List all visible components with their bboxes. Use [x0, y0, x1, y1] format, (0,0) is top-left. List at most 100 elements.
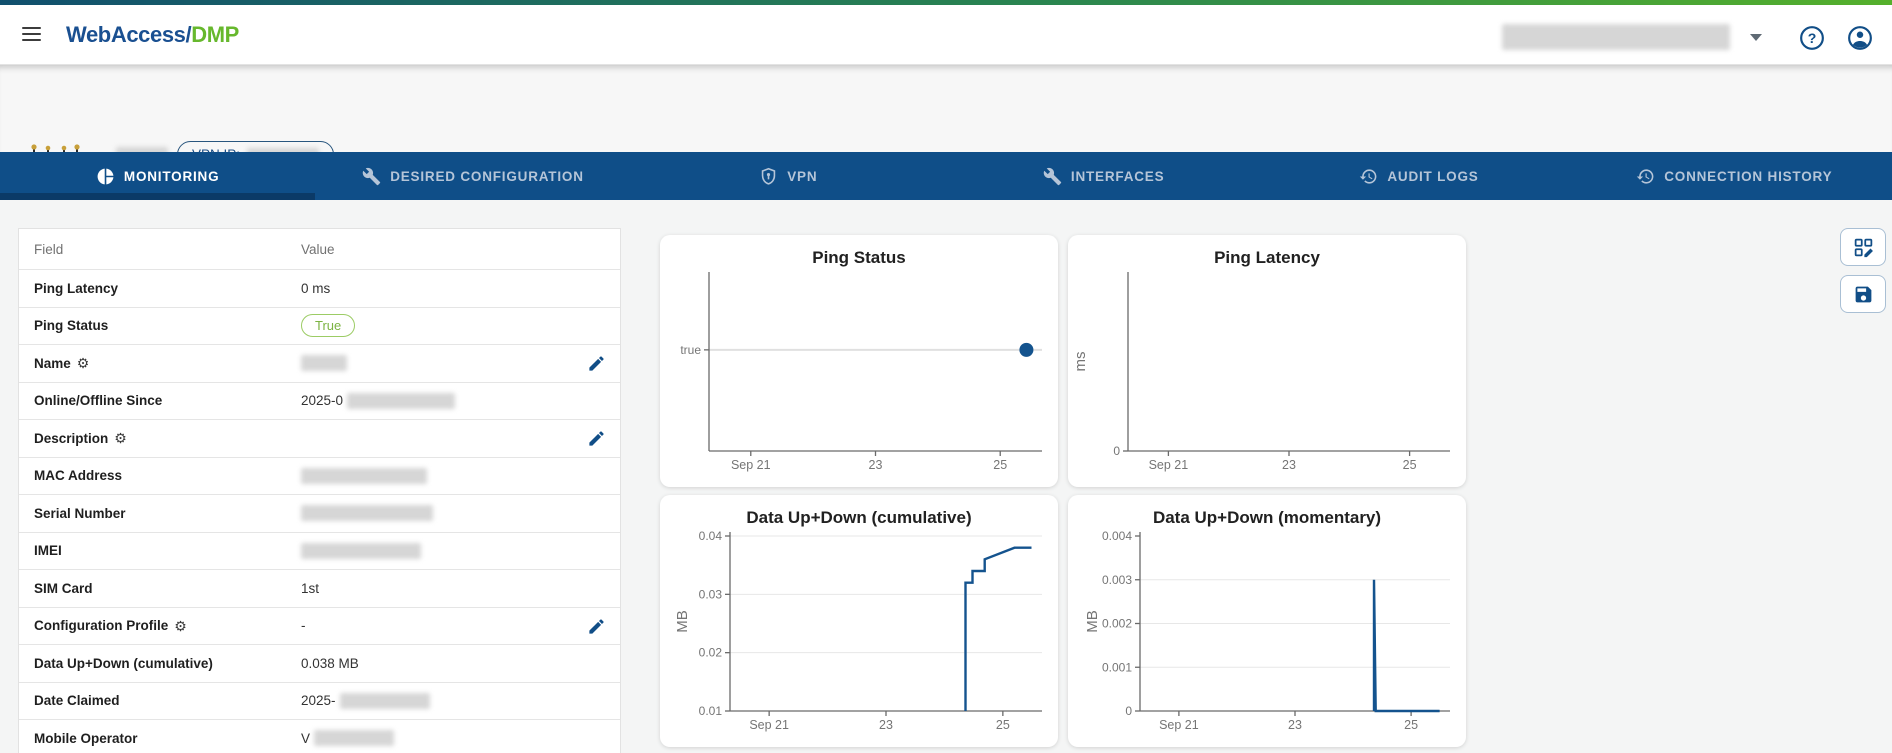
table-row: Data Up+Down (cumulative)0.038 MB — [19, 644, 620, 682]
redacted-value — [314, 730, 394, 746]
svg-text:0.01: 0.01 — [699, 704, 723, 718]
field-label: Serial Number — [34, 506, 126, 521]
svg-text:Sep 21: Sep 21 — [1149, 458, 1189, 472]
monitoring-charts-grid: Ping StatustrueSep 212325Ping Latency0Se… — [660, 235, 1466, 747]
redacted-value — [301, 355, 347, 371]
table-row: Description⚙ — [19, 419, 620, 457]
device-header-bar: VPN IP: Online Synced VPN Connected ⚙ — [0, 65, 1892, 152]
app-logo: WebAccess/DMP — [66, 22, 239, 48]
redacted-value — [301, 505, 433, 521]
shield-key-icon — [759, 167, 778, 186]
ping-status-chart: Ping StatustrueSep 212325 — [660, 235, 1058, 487]
data-up-down-cumulative-chart: Data Up+Down (cumulative)0.010.020.030.0… — [660, 495, 1058, 747]
edit-icon — [587, 617, 606, 636]
redacted-value — [340, 693, 430, 709]
svg-text:0.001: 0.001 — [1102, 660, 1132, 674]
account-menu[interactable] — [1502, 22, 1770, 54]
svg-text:Ping Status: Ping Status — [812, 248, 906, 267]
table-row: Mobile OperatorV — [19, 719, 620, 753]
edit-dashboard-button[interactable] — [1840, 228, 1886, 266]
svg-text:0.02: 0.02 — [699, 646, 723, 660]
logo-text-secondary: DMP — [191, 22, 239, 47]
table-row: Name⚙ — [19, 344, 620, 382]
field-label: Ping Latency — [34, 281, 118, 296]
svg-text:0.03: 0.03 — [699, 587, 723, 601]
tab-label: DESIRED CONFIGURATION — [390, 169, 584, 184]
svg-text:25: 25 — [1403, 458, 1417, 472]
table-row: IMEI — [19, 532, 620, 570]
history-icon — [1359, 167, 1378, 186]
svg-text:?: ? — [1808, 30, 1817, 46]
tab-connection-history[interactable]: CONNECTION HISTORY — [1577, 152, 1892, 200]
chart-card-data-up-down-cumulative: Data Up+Down (cumulative)0.010.020.030.0… — [660, 495, 1058, 747]
field-value: 1st — [301, 581, 319, 596]
svg-text:Sep 21: Sep 21 — [1159, 718, 1199, 732]
table-row: Ping Status True — [19, 307, 620, 345]
table-row: Serial Number — [19, 494, 620, 532]
field-value: - — [301, 618, 306, 633]
wrench-icon — [1043, 167, 1062, 186]
tab-audit-logs[interactable]: AUDIT LOGS — [1261, 152, 1576, 200]
tab-vpn[interactable]: VPN — [631, 152, 946, 200]
dashboard-edit-icon — [1853, 237, 1874, 258]
help-button[interactable]: ? — [1799, 25, 1825, 51]
table-row: SIM Card1st — [19, 569, 620, 607]
tab-desired-configuration[interactable]: DESIRED CONFIGURATION — [315, 152, 630, 200]
save-icon — [1853, 284, 1874, 305]
menu-button[interactable] — [22, 27, 44, 44]
svg-text:23: 23 — [1288, 718, 1302, 732]
profile-button[interactable] — [1847, 25, 1873, 51]
column-header-field: Field — [34, 242, 63, 257]
data-up-down-momentary-chart: Data Up+Down (momentary)00.0010.0020.003… — [1068, 495, 1466, 747]
svg-text:0: 0 — [1125, 704, 1132, 718]
field-label: Description — [34, 431, 108, 446]
svg-text:0: 0 — [1113, 444, 1120, 458]
redacted-account-name — [1502, 24, 1730, 50]
edit-configuration-profile-button[interactable] — [587, 617, 606, 639]
logo-text-primary: WebAccess/ — [66, 22, 191, 47]
pie-chart-icon — [96, 167, 115, 186]
edit-icon — [587, 354, 606, 373]
field-label: MAC Address — [34, 468, 122, 483]
save-dashboard-button[interactable] — [1840, 275, 1886, 313]
column-header-value: Value — [301, 242, 335, 257]
chevron-down-icon — [1750, 34, 1762, 41]
field-label: Ping Status — [34, 318, 108, 333]
tab-label: VPN — [787, 169, 817, 184]
tab-label: AUDIT LOGS — [1387, 169, 1478, 184]
field-value: 0.038 MB — [301, 656, 359, 671]
webaccess-dmp-page: WebAccess/DMP ? — [0, 0, 1892, 753]
edit-description-button[interactable] — [587, 429, 606, 451]
tab-label: INTERFACES — [1071, 169, 1165, 184]
svg-text:MB: MB — [1084, 610, 1101, 633]
table-header-row: Field Value — [19, 229, 620, 269]
svg-text:Sep 21: Sep 21 — [749, 718, 789, 732]
edit-name-button[interactable] — [587, 354, 606, 376]
svg-text:0.003: 0.003 — [1102, 573, 1132, 587]
svg-text:23: 23 — [879, 718, 893, 732]
app-bar: WebAccess/DMP ? — [0, 5, 1892, 65]
table-row: Date Claimed 2025- — [19, 682, 620, 720]
field-label: Date Claimed — [34, 693, 120, 708]
status-badge: True — [301, 314, 355, 337]
tab-interfaces[interactable]: INTERFACES — [946, 152, 1261, 200]
field-value: 2025-0 — [301, 393, 343, 408]
svg-text:23: 23 — [1282, 458, 1296, 472]
svg-text:0.004: 0.004 — [1102, 529, 1132, 543]
wrench-icon — [362, 167, 381, 186]
redacted-value — [301, 543, 421, 559]
svg-text:25: 25 — [993, 458, 1007, 472]
table-row: Online/Offline Since2025-0 — [19, 382, 620, 420]
field-value: 2025- — [301, 693, 336, 708]
tab-label: MONITORING — [124, 169, 220, 184]
active-tab-indicator — [0, 193, 315, 200]
svg-text:MB: MB — [674, 610, 691, 633]
svg-text:Data Up+Down (momentary): Data Up+Down (momentary) — [1153, 508, 1381, 527]
chart-card-ping-latency: Ping Latency0Sep 212325ms — [1068, 235, 1466, 487]
account-circle-icon — [1847, 25, 1873, 51]
redacted-value — [301, 468, 427, 484]
chart-card-ping-status: Ping StatustrueSep 212325 — [660, 235, 1058, 487]
dashboard-side-buttons — [1840, 228, 1886, 313]
field-value: 0 ms — [301, 281, 330, 296]
redacted-value — [347, 393, 455, 409]
